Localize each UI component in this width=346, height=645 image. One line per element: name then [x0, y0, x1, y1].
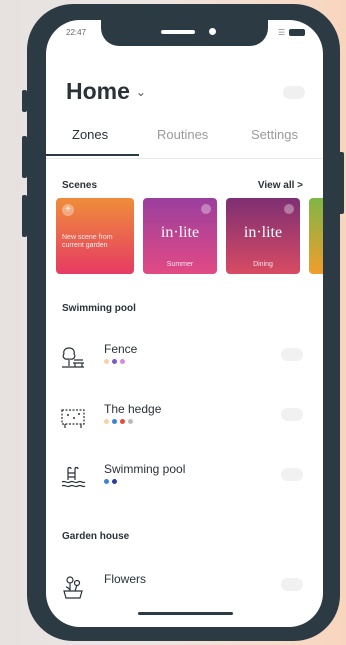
view-all-link[interactable]: View all >	[258, 180, 303, 191]
scene-card-partial[interactable]	[309, 198, 323, 274]
light-dot	[120, 359, 125, 364]
scene-menu-icon	[201, 204, 211, 214]
status-time: 22:47	[66, 28, 87, 37]
home-indicator	[138, 612, 233, 615]
light-dot	[112, 359, 117, 364]
scene-card-dining[interactable]: in·lite Dining	[226, 198, 300, 274]
light-dots	[104, 359, 125, 364]
wifi-icon: ☰	[277, 28, 285, 37]
master-toggle[interactable]	[283, 86, 305, 99]
light-dots	[104, 419, 133, 424]
light-dot	[104, 419, 109, 424]
zone-toggle[interactable]	[281, 348, 303, 361]
app-screen: 22:47 ☰ Home ⌄ Zones Routines Settings S…	[46, 20, 323, 627]
tab-bar: Zones Routines Settings	[46, 127, 323, 159]
scene-name: Summer	[166, 261, 194, 268]
zone-name: Fence	[104, 342, 138, 356]
zone-name: Flowers	[104, 572, 147, 586]
section-title-swimming-pool: Swimming pool	[62, 303, 136, 314]
zone-toggle[interactable]	[281, 408, 303, 421]
zone-toggle[interactable]	[281, 468, 303, 481]
zone-row-the-hedge[interactable]: The hedge	[46, 398, 323, 448]
notch	[101, 20, 268, 46]
tree-bench-icon	[62, 347, 84, 368]
section-title-garden-house: Garden house	[62, 531, 130, 542]
zone-toggle[interactable]	[281, 578, 303, 591]
light-dot	[112, 419, 117, 424]
light-dot	[104, 359, 109, 364]
hedge-icon	[61, 409, 85, 428]
active-tab-indicator	[46, 154, 139, 156]
zone-name: The hedge	[104, 402, 162, 416]
zone-row-flowers[interactable]: Flowers	[46, 568, 323, 618]
light-dot	[120, 419, 125, 424]
pool-ladder-icon	[61, 466, 86, 488]
zone-row-swimming-pool[interactable]: Swimming pool	[46, 458, 323, 508]
light-dots	[104, 479, 117, 484]
scene-card-summer[interactable]: in·lite Summer	[143, 198, 217, 274]
home-selector[interactable]: Home ⌄	[66, 78, 146, 105]
scene-brand: in·lite	[243, 224, 283, 241]
light-dot	[112, 479, 117, 484]
tab-settings[interactable]: Settings	[251, 127, 298, 142]
speaker	[161, 30, 195, 34]
scenes-title: Scenes	[62, 180, 98, 191]
plus-icon: +	[62, 204, 74, 216]
new-scene-card[interactable]: + New scene from current garden	[56, 198, 134, 274]
tab-zones[interactable]: Zones	[72, 127, 108, 142]
tab-routines[interactable]: Routines	[157, 127, 208, 142]
zone-row-fence[interactable]: Fence	[46, 338, 323, 388]
camera	[209, 28, 216, 35]
light-dot	[128, 419, 133, 424]
battery-icon	[289, 29, 305, 36]
scene-brand: in·lite	[160, 224, 200, 241]
scene-menu-icon	[284, 204, 294, 214]
light-dot	[104, 479, 109, 484]
chevron-down-icon: ⌄	[135, 84, 146, 99]
divider	[46, 158, 323, 159]
page-title: Home	[66, 78, 130, 104]
new-scene-label: New scene from current garden	[62, 234, 113, 249]
flowers-icon	[63, 576, 83, 599]
scene-name: Dining	[253, 261, 273, 268]
zone-name: Swimming pool	[104, 462, 186, 476]
status-icons: ☰	[278, 28, 305, 37]
